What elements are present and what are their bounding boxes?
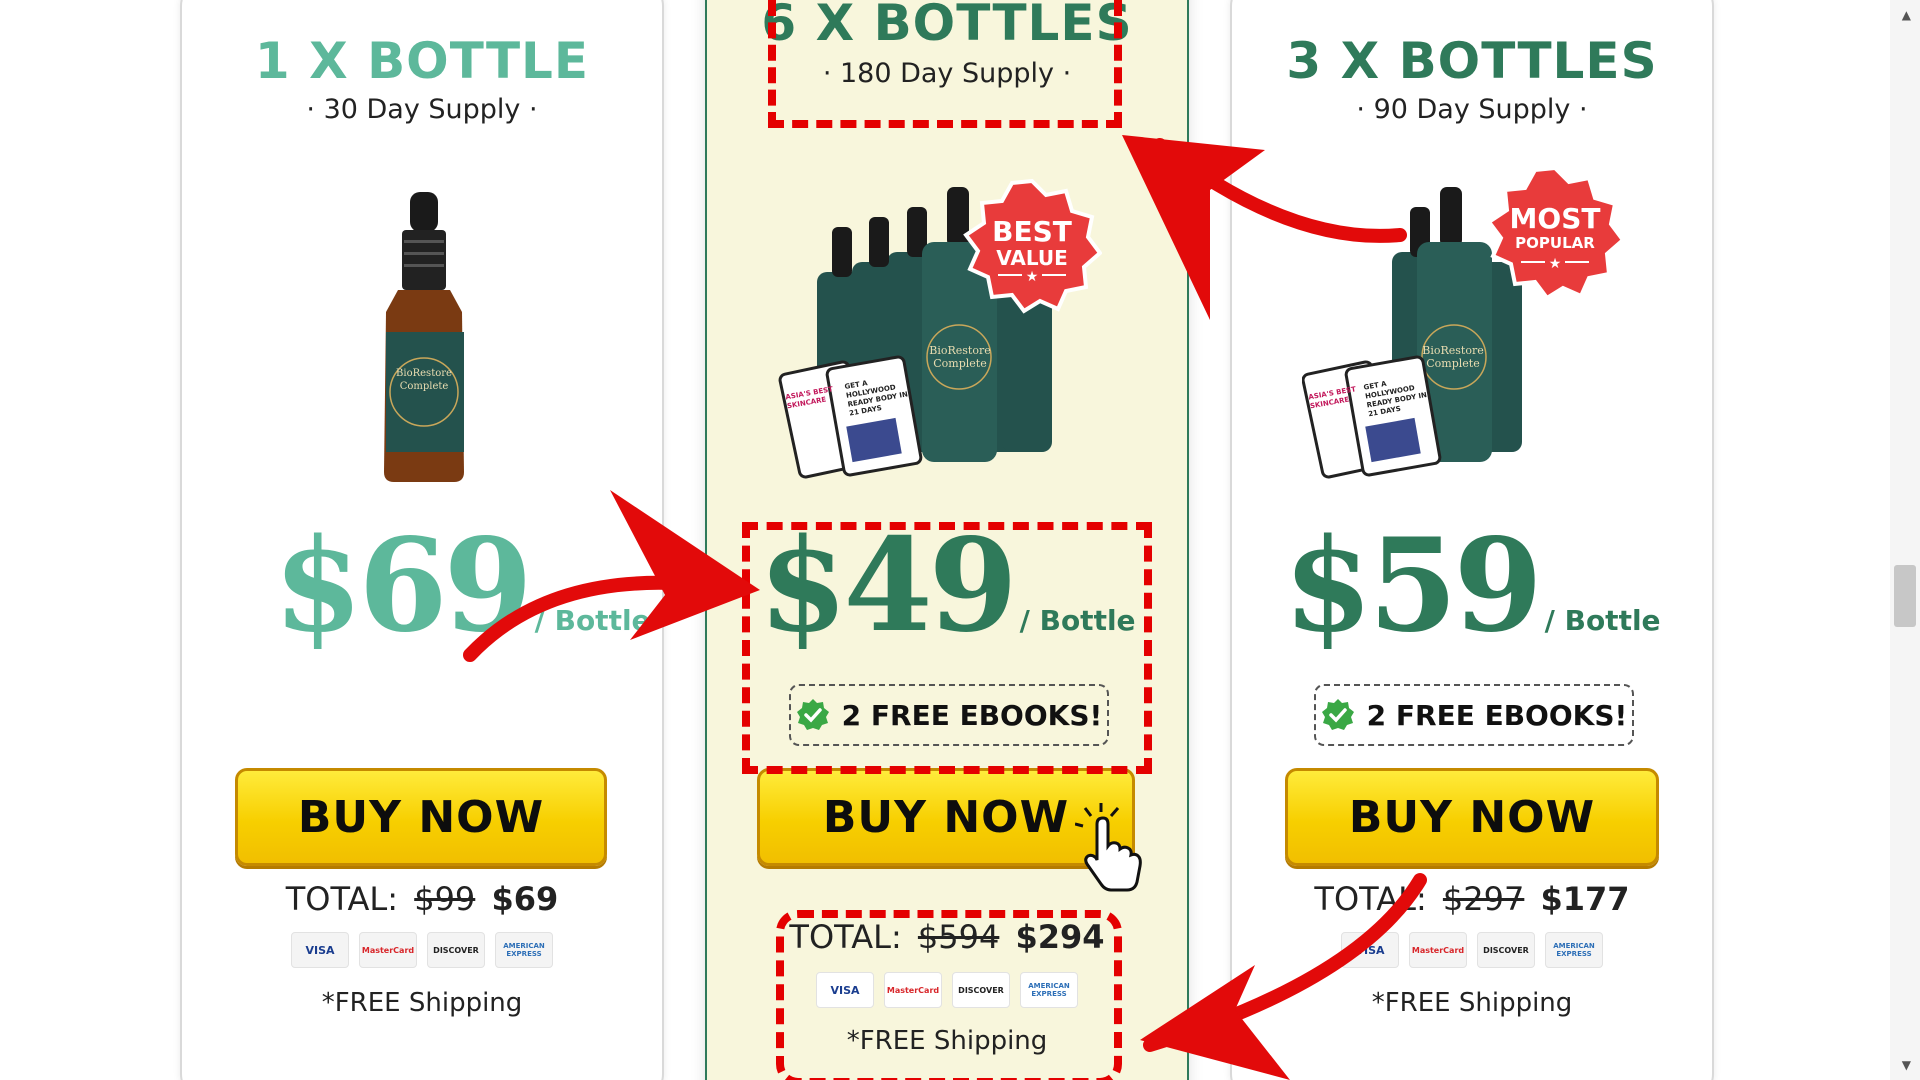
badge-text-line1: BEST bbox=[992, 215, 1072, 248]
discover-icon: DISCOVER bbox=[1477, 932, 1535, 968]
offer-title: 1 X BOTTLE bbox=[254, 32, 590, 90]
new-total: $177 bbox=[1540, 880, 1630, 918]
price-block: $69/ Bottle bbox=[222, 522, 702, 650]
visa-icon: VISA bbox=[1341, 932, 1399, 968]
payment-icons: VISA MasterCard DISCOVER AMERICAN EXPRES… bbox=[1232, 932, 1712, 968]
offer-title: 3 X BOTTLES bbox=[1286, 32, 1658, 90]
old-total: $99 bbox=[414, 880, 476, 918]
offer-subtitle: · 30 Day Supply · bbox=[306, 94, 538, 125]
pricing-page: 1 X BOTTLE · 30 Day Supply · BioRestore … bbox=[0, 0, 1920, 1080]
total-label: TOTAL: bbox=[285, 880, 399, 918]
free-ebooks-tag: 2 FREE EBOOKS! bbox=[1314, 684, 1634, 746]
offer-card-3-bottles: 3 X BOTTLES · 90 Day Supply · BioRestore… bbox=[1230, 0, 1714, 1080]
bottle-label-line2: Complete bbox=[1426, 357, 1480, 370]
price-block: $59/ Bottle bbox=[1232, 522, 1712, 650]
svg-text:★: ★ bbox=[1026, 269, 1039, 285]
badge-text-line2: POPULAR bbox=[1515, 234, 1595, 252]
badge-text-line1: MOST bbox=[1509, 202, 1601, 235]
free-shipping-note: *FREE Shipping bbox=[1371, 988, 1573, 1018]
payment-icons: VISA MasterCard DISCOVER AMERICAN EXPRES… bbox=[182, 932, 662, 968]
check-badge-icon bbox=[1321, 699, 1354, 730]
old-total: $297 bbox=[1442, 880, 1525, 918]
offer-subtitle: · 90 Day Supply · bbox=[1356, 94, 1588, 125]
visa-icon: VISA bbox=[291, 932, 349, 968]
mastercard-icon: MasterCard bbox=[359, 932, 417, 968]
free-shipping-note: *FREE Shipping bbox=[321, 988, 523, 1018]
new-total: $69 bbox=[491, 880, 559, 918]
bottle-label-line1: BioRestore bbox=[1422, 344, 1484, 357]
single-bottle-image bbox=[384, 192, 464, 482]
buy-now-button[interactable]: BUY NOW bbox=[235, 768, 607, 866]
vertical-scrollbar[interactable]: ▲ ▼ bbox=[1890, 0, 1920, 1080]
svg-text:★: ★ bbox=[1549, 256, 1562, 272]
buy-now-button[interactable]: BUY NOW bbox=[1285, 768, 1659, 866]
amex-icon: AMERICAN EXPRESS bbox=[495, 932, 553, 968]
bottle-label-line2: Complete bbox=[399, 381, 449, 392]
highlight-box-price bbox=[742, 522, 1152, 774]
total-price: TOTAL: $297 $177 bbox=[1232, 880, 1712, 918]
hand-cursor-icon bbox=[1075, 803, 1142, 892]
badge-text-line2: VALUE bbox=[996, 246, 1068, 270]
highlight-box-total bbox=[776, 910, 1122, 1080]
price-value: $69 bbox=[273, 511, 532, 661]
scroll-up-arrow-icon[interactable]: ▲ bbox=[1902, 8, 1911, 22]
highlight-box-title bbox=[768, 0, 1122, 128]
price-unit: / Bottle bbox=[1544, 604, 1661, 637]
scrollbar-thumb[interactable] bbox=[1894, 565, 1916, 627]
amex-icon: AMERICAN EXPRESS bbox=[1545, 932, 1603, 968]
total-price: TOTAL: $99 $69 bbox=[182, 880, 662, 918]
price-unit: / Bottle bbox=[534, 604, 651, 637]
discover-icon: DISCOVER bbox=[427, 932, 485, 968]
bottle-label-line1: BioRestore bbox=[396, 368, 452, 379]
offer-card-1-bottle: 1 X BOTTLE · 30 Day Supply · BioRestore … bbox=[180, 0, 664, 1080]
scroll-down-arrow-icon[interactable]: ▼ bbox=[1902, 1058, 1911, 1072]
free-ebooks-text: 2 FREE EBOOKS! bbox=[1366, 698, 1628, 732]
mastercard-icon: MasterCard bbox=[1409, 932, 1467, 968]
bottle-label-line1: BioRestore bbox=[929, 344, 991, 357]
price-value: $59 bbox=[1283, 511, 1542, 661]
total-label: TOTAL: bbox=[1314, 880, 1427, 918]
bottle-label-line2: Complete bbox=[933, 357, 987, 370]
